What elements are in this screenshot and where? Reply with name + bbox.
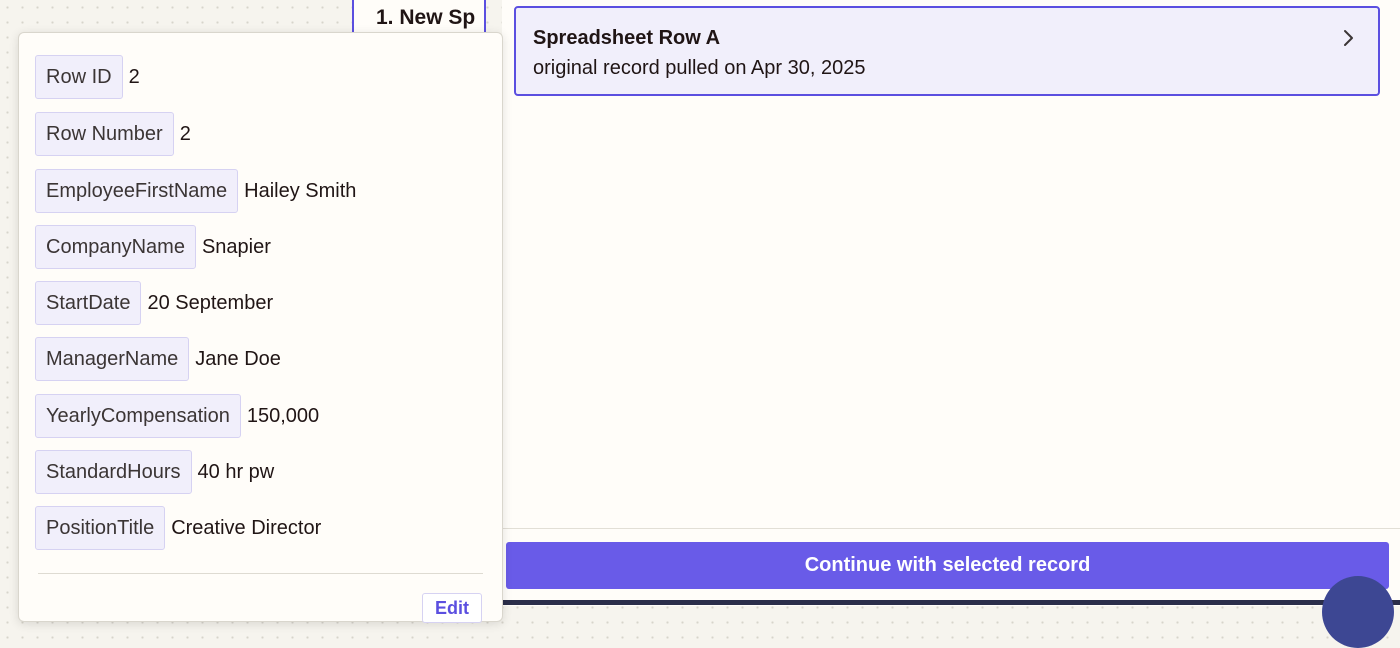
field-value: Jane Doe	[195, 347, 281, 370]
step-title: 1. New Sp	[376, 6, 476, 29]
field-value: Snapier	[201, 235, 271, 258]
field-key: Row ID	[35, 55, 123, 99]
field-row-row-number: Row Number 2	[35, 112, 191, 156]
field-key: EmployeeFirstName	[35, 169, 239, 213]
record-details-popover: Row ID 2 Row Number 2 EmployeeFirstName …	[18, 32, 503, 623]
field-row-row-id: Row ID 2	[35, 55, 140, 99]
footer-bar: Continue with selected record	[502, 528, 1400, 606]
field-value: Hailey Smith	[244, 179, 357, 202]
field-value: 20 September	[147, 291, 274, 314]
continue-button[interactable]: Continue with selected record	[506, 542, 1389, 589]
field-value: 2	[179, 122, 191, 145]
field-row-employee-first-name: EmployeeFirstName Hailey Smith	[35, 169, 356, 213]
field-key: StartDate	[35, 281, 142, 325]
step-header[interactable]: 1. New Sp	[352, 0, 486, 34]
field-key: Row Number	[35, 112, 174, 156]
field-key: ManagerName	[35, 337, 190, 381]
field-row-position-title: PositionTitle Creative Director	[35, 506, 321, 550]
edit-button[interactable]: Edit	[422, 593, 482, 623]
chevron-right-icon[interactable]	[1340, 28, 1356, 48]
field-row-manager-name: ManagerName Jane Doe	[35, 337, 281, 381]
divider	[38, 573, 483, 574]
record-selection-panel: Spreadsheet Row A original record pulled…	[502, 0, 1400, 648]
field-key: PositionTitle	[35, 506, 166, 550]
record-subtitle: original record pulled on Apr 30, 2025	[533, 57, 866, 79]
field-row-start-date: StartDate 20 September	[35, 281, 273, 325]
field-value: 2	[128, 65, 140, 88]
field-key: YearlyCompensation	[35, 394, 241, 438]
field-value: 40 hr pw	[197, 460, 275, 483]
field-value: Creative Director	[171, 516, 322, 539]
field-key: StandardHours	[35, 450, 192, 494]
record-title: Spreadsheet Row A	[533, 27, 721, 49]
field-row-standard-hours: StandardHours 40 hr pw	[35, 450, 274, 494]
field-key: CompanyName	[35, 225, 196, 269]
field-value: 150,000	[246, 404, 320, 427]
bottom-stripe	[502, 600, 1400, 605]
field-row-yearly-compensation: YearlyCompensation 150,000	[35, 394, 319, 438]
record-card[interactable]: Spreadsheet Row A original record pulled…	[514, 6, 1380, 96]
field-row-company-name: CompanyName Snapier	[35, 225, 271, 269]
help-button[interactable]	[1322, 576, 1394, 648]
